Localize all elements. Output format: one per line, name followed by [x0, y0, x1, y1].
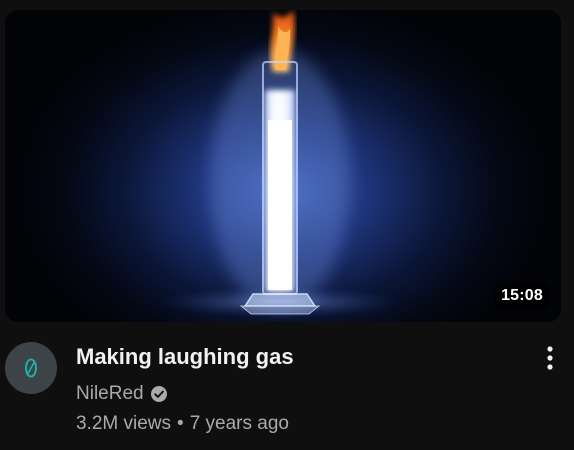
channel-name[interactable]: NileRed [76, 382, 144, 406]
view-count: 3.2M views [76, 413, 172, 434]
video-thumbnail[interactable]: 15:08 [5, 10, 561, 322]
thumbnail-image [160, 10, 400, 318]
channel-link[interactable]: NileRed [76, 382, 167, 406]
video-details: Making laughing gas NileRed 3.2M views •… [5, 340, 574, 450]
more-actions-button[interactable] [535, 342, 565, 374]
nilered-logo-icon [25, 358, 37, 378]
video-title[interactable]: Making laughing gas [76, 343, 294, 371]
separator-dot: • [177, 413, 184, 434]
duration-badge: 15:08 [495, 284, 549, 308]
channel-avatar[interactable] [5, 342, 57, 394]
upload-age: 7 years ago [189, 413, 289, 434]
verified-check-icon [150, 386, 167, 402]
video-card: 15:08 Making laughing gas NileRed 3.2M v… [0, 0, 574, 450]
video-stats: 3.2M views • 7 years ago [76, 412, 289, 436]
more-vert-icon [547, 346, 553, 370]
